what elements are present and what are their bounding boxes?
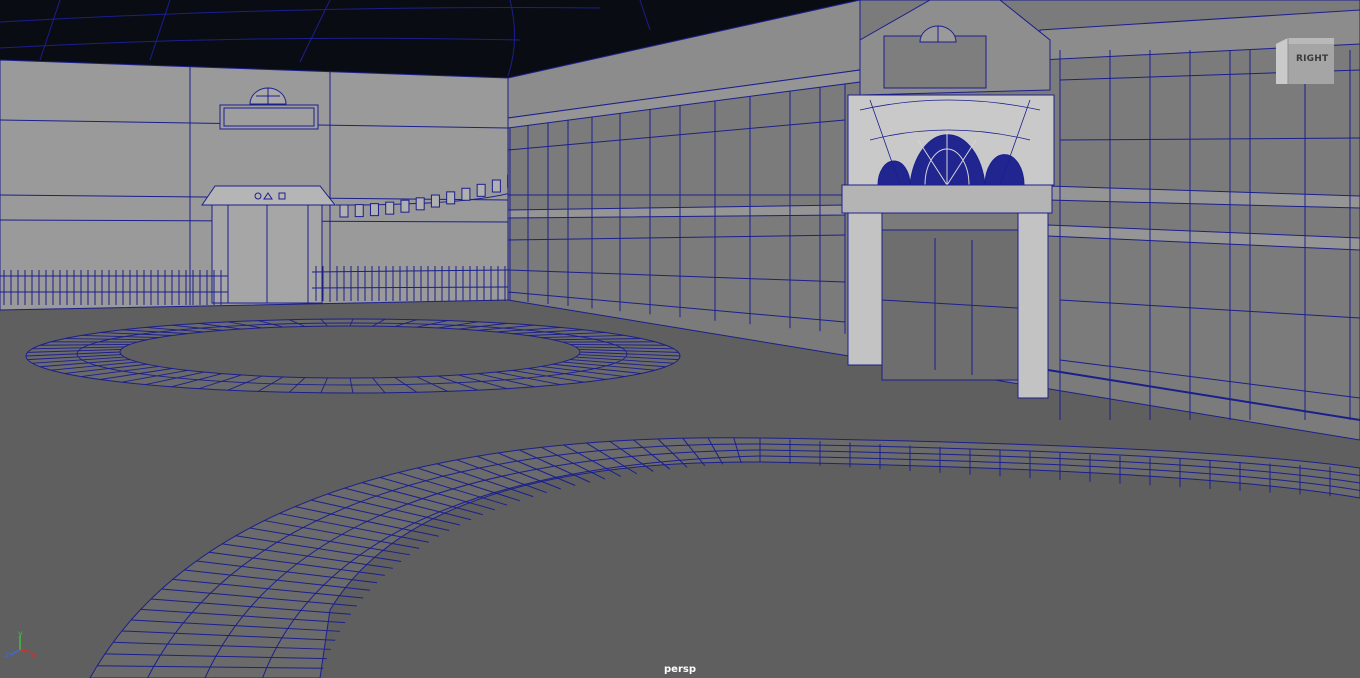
view-cube[interactable]: RIGHT (1274, 36, 1334, 86)
entrance-doorway (881, 229, 1019, 381)
door-canopy (201, 185, 337, 206)
view-cube-label: RIGHT (1296, 54, 1329, 64)
y-axis-label: y (18, 630, 23, 638)
maya-perspective-viewport[interactable]: RIGHT x y z persp (0, 0, 1360, 678)
balcony (841, 184, 1053, 214)
z-axis-label: z (5, 650, 9, 659)
axis-gizmo: x y z (4, 629, 36, 662)
pillar-right (1017, 212, 1049, 399)
sign-board (219, 104, 319, 130)
scene-wireframe[interactable] (0, 0, 1360, 678)
stone-path-far (25, 318, 681, 394)
pillar-left (847, 212, 883, 366)
camera-label: persp (664, 664, 696, 675)
z-axis-line (9, 649, 21, 656)
x-axis-label: x (31, 651, 36, 660)
entrance-sign (883, 35, 987, 89)
back-wall (0, 59, 509, 311)
